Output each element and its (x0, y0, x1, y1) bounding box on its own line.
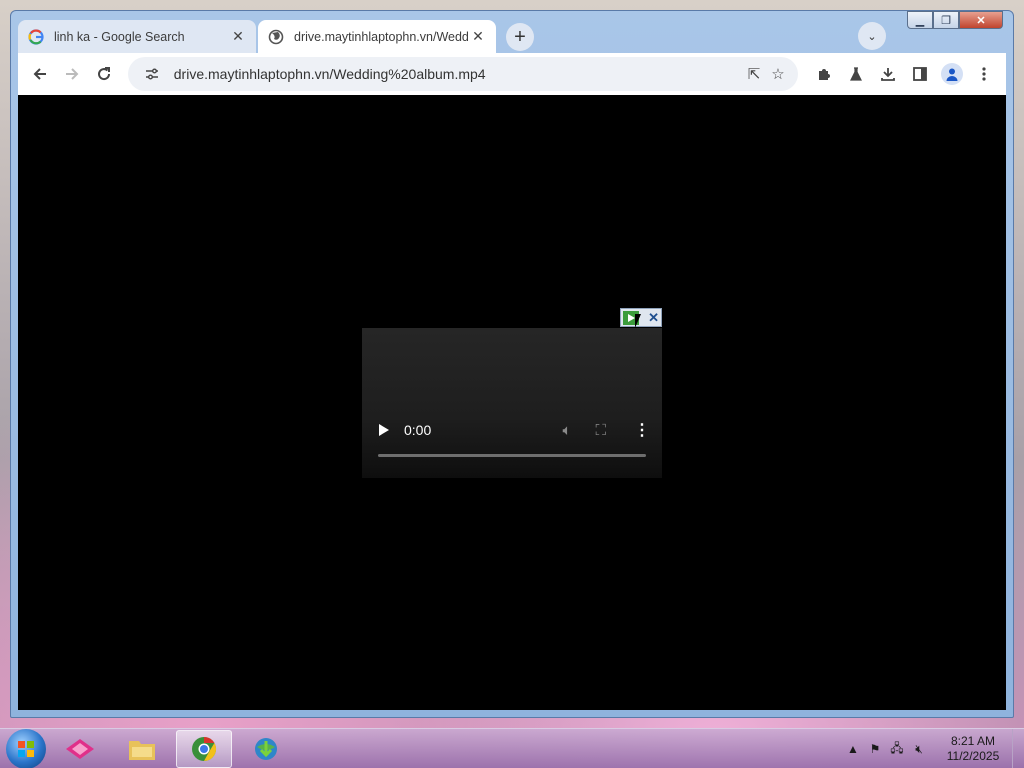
page-content: 0:00 🔈︎ ⛶ ⋮ ✕ (18, 95, 1006, 710)
browser-toolbar: drive.maytinhlaptophn.vn/Wedding%20album… (18, 53, 1006, 95)
chrome-icon (192, 736, 217, 761)
volume-muted-icon[interactable]: 🔇︎ (908, 742, 930, 757)
folder-icon (129, 740, 155, 760)
fullscreen-icon[interactable]: ⛶ (595, 422, 606, 439)
windows-logo-icon (18, 740, 34, 757)
share-icon[interactable]: ⇱ (742, 62, 766, 86)
video-more-icon[interactable]: ⋮ (634, 420, 650, 440)
action-center-flag-icon[interactable]: ⚑ (864, 742, 886, 756)
side-panel-icon[interactable] (904, 58, 936, 90)
google-icon (28, 28, 44, 45)
network-icon[interactable]: 🖧︎ (886, 739, 908, 760)
start-button[interactable] (6, 728, 46, 768)
pink-diamond-app-icon (66, 738, 94, 759)
video-time: 0:00 (404, 422, 432, 438)
avatar (941, 63, 964, 85)
taskbar: ▲ ⚑ 🖧︎ 🔇︎ 8:21 AM 11/2/2025 (0, 728, 1024, 768)
system-tray: ▲ ⚑ 🖧︎ 🔇︎ 8:21 AM 11/2/2025 (842, 729, 1004, 768)
bookmark-star-icon[interactable]: ☆ (766, 62, 790, 86)
volume-icon[interactable]: 🔈︎ (562, 422, 571, 439)
person-icon (946, 68, 958, 81)
taskbar-app-download-manager[interactable] (238, 730, 294, 768)
play-icon[interactable] (378, 423, 390, 437)
profile-button[interactable] (936, 58, 968, 90)
mouse-cursor-icon (635, 314, 647, 328)
download-icon[interactable] (872, 58, 904, 90)
taskbar-app-explorer[interactable] (114, 730, 170, 768)
clock-time: 8:21 AM (950, 734, 996, 748)
extensions-puzzle-icon[interactable] (808, 58, 840, 90)
close-tab-icon[interactable]: ✕ (470, 28, 486, 45)
clock-date: 11/2/2025 (946, 749, 1000, 763)
tab-title: linh ka - Google Search (54, 29, 185, 44)
forward-arrow-icon (65, 68, 79, 80)
taskbar-clock[interactable]: 8:21 AM 11/2/2025 (942, 734, 1004, 764)
globe-download-icon (255, 737, 277, 760)
overlay-close-icon[interactable]: ✕ (648, 310, 659, 326)
taskbar-app-chrome[interactable] (176, 729, 232, 768)
taskbar-app-sketch[interactable] (52, 730, 108, 768)
close-tab-icon[interactable]: ✕ (230, 28, 246, 45)
back-arrow-icon (33, 68, 46, 80)
reload-icon (97, 67, 110, 81)
video-progress-bar[interactable] (378, 454, 646, 457)
tab-google-search[interactable]: linh ka - Google Search ✕ (18, 20, 256, 53)
menu-kebab-icon[interactable] (968, 58, 1000, 90)
reload-button[interactable] (88, 58, 120, 90)
forward-button[interactable] (56, 58, 88, 90)
back-button[interactable] (24, 58, 56, 90)
address-url: drive.maytinhlaptophn.vn/Wedding%20album… (173, 66, 486, 82)
tab-search-button[interactable]: ⌄ (858, 22, 886, 50)
video-player[interactable]: 0:00 🔈︎ ⛶ ⋮ (362, 328, 662, 478)
extensions-area (808, 58, 1000, 90)
show-desktop-button[interactable] (1012, 729, 1024, 768)
tab-video[interactable]: drive.maytinhlaptophn.vn/Wedd ✕ (258, 20, 496, 53)
tab-strip: linh ka - Google Search ✕ drive.maytinhl… (18, 19, 1006, 53)
video-controls: 0:00 🔈︎ ⛶ ⋮ (362, 418, 662, 442)
show-hidden-icons-icon[interactable]: ▲ (842, 742, 864, 756)
new-tab-button[interactable]: + (506, 23, 534, 51)
globe-icon (268, 29, 284, 44)
labs-flask-icon[interactable] (840, 58, 872, 90)
address-bar[interactable]: drive.maytinhlaptophn.vn/Wedding%20album… (127, 57, 799, 91)
tab-title: drive.maytinhlaptophn.vn/Wedd (294, 29, 469, 44)
site-info-icon[interactable] (140, 62, 164, 86)
